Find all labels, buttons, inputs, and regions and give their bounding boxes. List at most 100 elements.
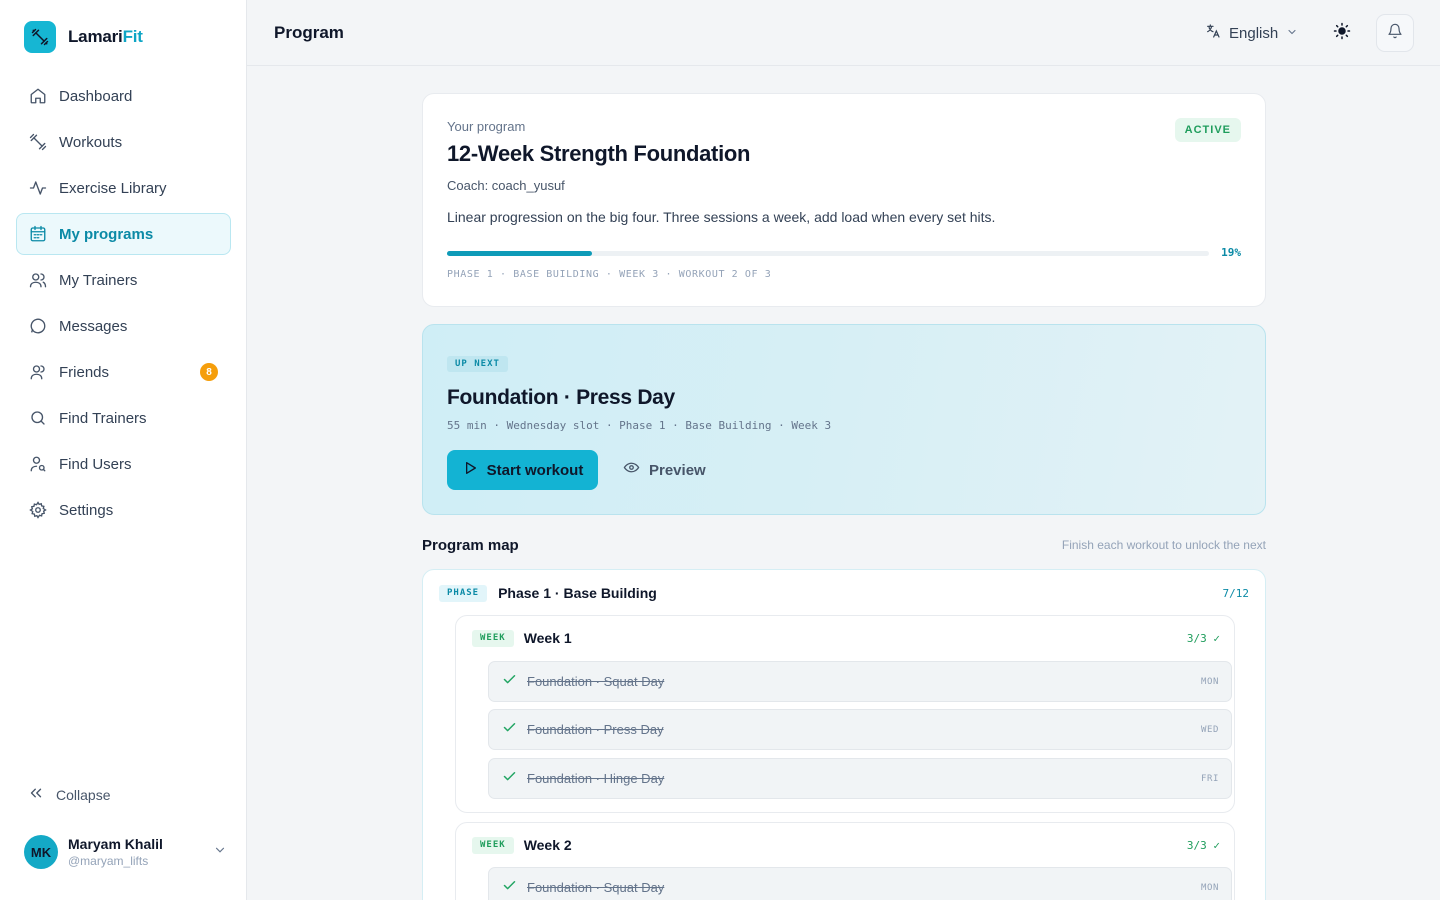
app-name: LamariFit (68, 27, 143, 46)
week-header[interactable]: WEEK Week 1 3/3 ✓ (472, 629, 1220, 647)
up-next-meta: 55 min · Wednesday slot · Phase 1 · Base… (447, 419, 832, 432)
up-next-card: UP NEXT Foundation · Press Day 55 min · … (422, 324, 1266, 515)
workout-day: WED (1200, 724, 1219, 735)
program-title: 12-Week Strength Foundation (447, 141, 751, 166)
week-name: Week 1 (523, 630, 572, 646)
program-map-hint: Finish each workout to unlock the next (1061, 538, 1266, 552)
sidebar-item-workouts[interactable]: Workouts (16, 121, 231, 163)
chevrons-left-icon (27, 784, 45, 807)
workout-item[interactable]: Foundation · Squat Day MON (488, 867, 1232, 900)
sidebar-item-label: Settings (59, 501, 114, 519)
sidebar-item-label: My programs (59, 225, 154, 243)
program-progress-fill (447, 251, 592, 256)
check-icon (502, 672, 517, 692)
dumbbell-icon (28, 132, 48, 152)
theme-toggle-button[interactable] (1329, 20, 1355, 46)
phase-count: 7/12 (1222, 586, 1250, 600)
sidebar-item-settings[interactable]: Settings (16, 489, 231, 531)
check-icon (502, 769, 517, 789)
program-card: Your program 12-Week Strength Foundation… (422, 93, 1266, 307)
user-search-icon (28, 454, 48, 474)
notifications-button[interactable] (1376, 14, 1414, 52)
program-progress-meta: PHASE 1 · BASE BUILDING · WEEK 3 · WORKO… (447, 269, 772, 280)
program-coach: Coach: coach_yusuf (447, 178, 565, 193)
status-badge: ACTIVE (1174, 118, 1241, 142)
preview-button[interactable]: Preview (623, 450, 706, 490)
chevron-down-icon (213, 843, 227, 862)
workout-day: MON (1200, 882, 1219, 893)
sidebar-item-find-trainers[interactable]: Find Trainers (16, 397, 231, 439)
week-name: Week 2 (523, 837, 572, 853)
week-count: 3/3 ✓ (1186, 838, 1220, 852)
workout-item[interactable]: Foundation · Press Day WED (488, 709, 1232, 750)
week-count: 3/3 ✓ (1186, 631, 1220, 645)
search-icon (28, 408, 48, 428)
bell-icon (1387, 23, 1403, 44)
workout-item[interactable]: Foundation · Hinge Day FRI (488, 758, 1232, 799)
week-pill: WEEK (472, 629, 514, 647)
program-map-title: Program map (422, 537, 519, 554)
up-next-tag: UP NEXT (447, 356, 508, 372)
program-description: Linear progression on the big four. Thre… (447, 209, 996, 225)
sidebar-item-my-trainers[interactable]: My Trainers (16, 259, 231, 301)
phase-header[interactable]: PHASE Phase 1 · Base Building 7/12 (439, 584, 1249, 602)
sidebar-item-label: My Trainers (59, 271, 138, 289)
sidebar-item-label: Find Users (59, 455, 132, 473)
chevron-down-icon (1286, 25, 1298, 43)
language-label: English (1229, 25, 1279, 42)
workout-day: FRI (1200, 773, 1219, 784)
sidebar-item-friends[interactable]: Friends 8 (16, 351, 231, 393)
workout-name: Foundation · Squat Day (527, 674, 665, 689)
avatar: MK (24, 835, 58, 869)
page-title: Program (274, 23, 344, 42)
users-icon (28, 270, 48, 290)
workout-item[interactable]: Foundation · Squat Day MON (488, 661, 1232, 702)
top-bar: Program English (247, 0, 1440, 66)
play-icon (462, 460, 478, 481)
workout-name: Foundation · Squat Day (527, 880, 665, 895)
message-circle-icon (28, 316, 48, 336)
sidebar-item-label: Exercise Library (59, 179, 167, 197)
workout-day: MON (1200, 676, 1219, 687)
sidebar-item-label: Find Trainers (59, 409, 147, 427)
friends-count-badge: 8 (200, 363, 218, 381)
check-icon (502, 720, 517, 740)
user-menu[interactable]: MK Maryam Khalil @maryam_lifts (24, 831, 227, 873)
week-header[interactable]: WEEK Week 2 3/3 ✓ (472, 836, 1220, 854)
language-select[interactable]: English (1205, 23, 1298, 44)
up-next-title: Foundation · Press Day (447, 386, 675, 409)
translate-icon (1205, 23, 1221, 44)
sidebar-item-dashboard[interactable]: Dashboard (16, 75, 231, 117)
week-card: WEEK Week 2 3/3 ✓ Foundation · Squat Day… (455, 822, 1235, 900)
sidebar-item-messages[interactable]: Messages (16, 305, 231, 347)
sidebar-item-label: Messages (59, 317, 128, 335)
start-workout-label: Start workout (486, 461, 584, 479)
sidebar-item-find-users[interactable]: Find Users (16, 443, 231, 485)
gear-icon (28, 500, 48, 520)
sidebar: LamariFit Dashboard Workouts Exercise Li… (0, 0, 247, 900)
sidebar-item-label: Workouts (59, 133, 123, 151)
workout-name: Foundation · Hinge Day (527, 771, 665, 786)
activity-icon (28, 178, 48, 198)
collapse-label: Collapse (56, 787, 111, 803)
home-icon (28, 86, 48, 106)
sidebar-item-label: Dashboard (59, 87, 133, 105)
sidebar-item-my-programs[interactable]: My programs (16, 213, 231, 255)
preview-label: Preview (649, 461, 706, 479)
user-handle: @maryam_lifts (68, 854, 149, 868)
workout-name: Foundation · Press Day (527, 722, 664, 737)
calendar-icon (28, 224, 48, 244)
app-logo[interactable]: LamariFit (24, 21, 143, 53)
sidebar-item-label: Friends (59, 363, 110, 381)
collapse-sidebar-button[interactable]: Collapse (16, 774, 231, 816)
program-progress-percent: 19% (1221, 246, 1241, 259)
user-name: Maryam Khalil (68, 836, 163, 852)
phase-name: Phase 1 · Base Building (498, 585, 657, 601)
sidebar-item-exercise-library[interactable]: Exercise Library (16, 167, 231, 209)
sun-icon (1333, 22, 1351, 45)
week-card: WEEK Week 1 3/3 ✓ Foundation · Squat Day… (455, 615, 1235, 813)
dumbbell-logo-icon (24, 21, 56, 53)
check-icon (502, 878, 517, 898)
sidebar-nav: Dashboard Workouts Exercise Library My p… (16, 75, 231, 535)
start-workout-button[interactable]: Start workout (447, 450, 598, 490)
